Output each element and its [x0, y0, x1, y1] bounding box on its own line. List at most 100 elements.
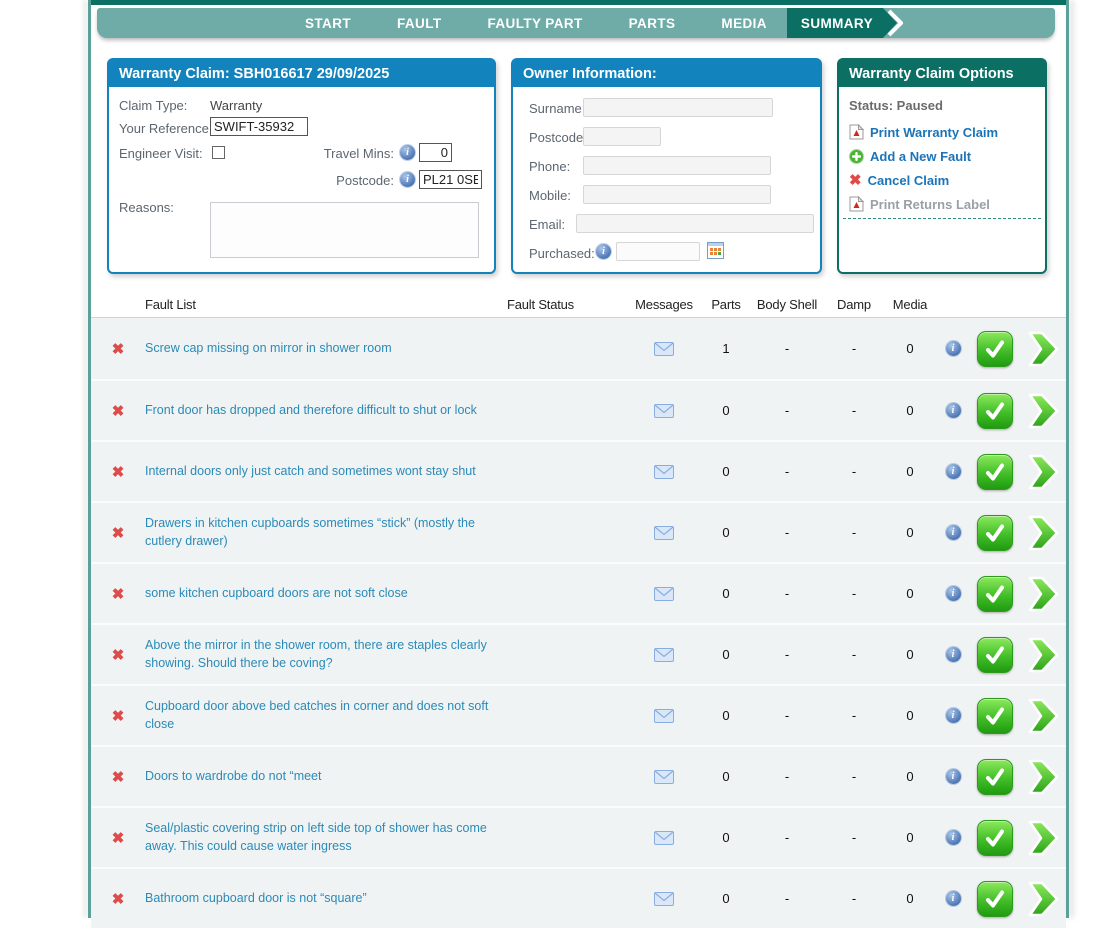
nav-step-media[interactable]: MEDIA [721, 16, 767, 31]
check-icon [984, 766, 1006, 788]
fault-description-link[interactable]: some kitchen cupboard doors are not soft… [145, 585, 507, 603]
parts-count: 0 [701, 830, 751, 845]
damp-value: - [823, 586, 885, 601]
messages-envelope-icon[interactable] [654, 465, 674, 479]
open-fault-button[interactable] [1019, 881, 1066, 917]
fault-description-link[interactable]: Internal doors only just catch and somet… [145, 463, 507, 481]
media-count: 0 [885, 891, 935, 906]
table-row: ✖ Screw cap missing on mirror in shower … [91, 318, 1066, 379]
fault-info-icon[interactable]: i [946, 403, 961, 418]
fault-description-link[interactable]: Doors to wardrobe do not “meet [145, 768, 507, 786]
cancel-claim-link[interactable]: ✖ Cancel Claim [849, 168, 1037, 192]
complete-fault-button[interactable] [977, 515, 1013, 551]
delete-fault-icon[interactable]: ✖ [112, 707, 125, 725]
check-icon [984, 461, 1006, 483]
print-warranty-claim-link[interactable]: Print Warranty Claim [849, 120, 1037, 144]
delete-fault-icon[interactable]: ✖ [112, 768, 125, 786]
body-shell-value: - [751, 586, 823, 601]
mobile-input[interactable] [583, 185, 771, 204]
complete-fault-button[interactable] [977, 881, 1013, 917]
complete-fault-button[interactable] [977, 393, 1013, 429]
fault-description-link[interactable]: Seal/plastic covering strip on left side… [145, 820, 507, 855]
email-input[interactable] [576, 214, 814, 233]
fault-description-link[interactable]: Bathroom cupboard door is not “square” [145, 890, 507, 908]
complete-fault-button[interactable] [977, 331, 1013, 367]
complete-fault-button[interactable] [977, 698, 1013, 734]
delete-fault-icon[interactable]: ✖ [112, 646, 125, 664]
purchased-input[interactable] [616, 242, 700, 261]
messages-envelope-icon[interactable] [654, 526, 674, 540]
open-fault-button[interactable] [1019, 454, 1066, 490]
open-fault-button[interactable] [1019, 637, 1066, 673]
fault-info-icon[interactable]: i [946, 464, 961, 479]
your-reference-input[interactable] [210, 117, 308, 136]
messages-envelope-icon[interactable] [654, 648, 674, 662]
claim-postcode-input[interactable] [419, 170, 482, 189]
surname-input[interactable] [583, 98, 773, 117]
engineer-visit-checkbox[interactable] [212, 146, 225, 159]
calendar-icon[interactable] [707, 242, 724, 259]
fault-info-icon[interactable]: i [946, 708, 961, 723]
open-fault-button[interactable] [1019, 759, 1066, 795]
fault-info-icon[interactable]: i [946, 891, 961, 906]
fault-description-link[interactable]: Above the mirror in the shower room, the… [145, 637, 507, 672]
arrow-right-icon [1026, 454, 1060, 490]
fault-info-icon[interactable]: i [946, 586, 961, 601]
delete-fault-icon[interactable]: ✖ [112, 829, 125, 847]
open-fault-button[interactable] [1019, 576, 1066, 612]
fault-description-link[interactable]: Drawers in kitchen cupboards sometimes “… [145, 515, 507, 550]
messages-envelope-icon[interactable] [654, 342, 674, 356]
messages-envelope-icon[interactable] [654, 770, 674, 784]
messages-envelope-icon[interactable] [654, 892, 674, 906]
fault-info-icon[interactable]: i [946, 525, 961, 540]
damp-value: - [823, 403, 885, 418]
open-fault-button[interactable] [1019, 393, 1066, 429]
delete-fault-icon[interactable]: ✖ [112, 585, 125, 603]
header-messages: Messages [635, 297, 693, 312]
reasons-label: Reasons: [119, 200, 174, 215]
messages-envelope-icon[interactable] [654, 404, 674, 418]
messages-envelope-icon[interactable] [654, 587, 674, 601]
fault-info-icon[interactable]: i [946, 769, 961, 784]
fault-info-icon[interactable]: i [946, 341, 961, 356]
travel-mins-input[interactable] [419, 143, 452, 162]
nav-step-parts[interactable]: PARTS [629, 16, 676, 31]
body-shell-value: - [751, 830, 823, 845]
fault-info-icon[interactable]: i [946, 830, 961, 845]
owner-postcode-label: Postcode: [529, 130, 587, 145]
print-returns-label-link[interactable]: Print Returns Label [849, 192, 1037, 216]
complete-fault-button[interactable] [977, 759, 1013, 795]
nav-step-faulty-part[interactable]: FAULTY PART [488, 16, 583, 31]
travel-mins-info-icon[interactable]: i [400, 145, 415, 160]
nav-step-summary-active[interactable]: SUMMARY [787, 8, 897, 38]
complete-fault-button[interactable] [977, 576, 1013, 612]
add-new-fault-link[interactable]: Add a New Fault [849, 144, 1037, 168]
complete-fault-button[interactable] [977, 637, 1013, 673]
messages-envelope-icon[interactable] [654, 831, 674, 845]
delete-fault-icon[interactable]: ✖ [112, 524, 125, 542]
complete-fault-button[interactable] [977, 454, 1013, 490]
complete-fault-button[interactable] [977, 820, 1013, 856]
fault-description-link[interactable]: Front door has dropped and therefore dif… [145, 402, 507, 420]
nav-step-fault[interactable]: FAULT [397, 16, 442, 31]
purchased-info-icon[interactable]: i [596, 244, 611, 259]
media-count: 0 [885, 586, 935, 601]
nav-step-start[interactable]: START [305, 16, 351, 31]
phone-input[interactable] [583, 156, 771, 175]
fault-info-icon[interactable]: i [946, 647, 961, 662]
fault-description-link[interactable]: Screw cap missing on mirror in shower ro… [145, 340, 507, 358]
messages-envelope-icon[interactable] [654, 709, 674, 723]
reasons-textarea[interactable] [210, 202, 479, 258]
open-fault-button[interactable] [1019, 331, 1066, 367]
open-fault-button[interactable] [1019, 820, 1066, 856]
delete-fault-icon[interactable]: ✖ [112, 463, 125, 481]
open-fault-button[interactable] [1019, 515, 1066, 551]
delete-fault-icon[interactable]: ✖ [112, 890, 125, 908]
fault-description-link[interactable]: Cupboard door above bed catches in corne… [145, 698, 507, 733]
open-fault-button[interactable] [1019, 698, 1066, 734]
postcode-info-icon[interactable]: i [400, 172, 415, 187]
owner-postcode-input[interactable] [583, 127, 661, 146]
damp-value: - [823, 708, 885, 723]
delete-fault-icon[interactable]: ✖ [112, 340, 125, 358]
delete-fault-icon[interactable]: ✖ [112, 402, 125, 420]
